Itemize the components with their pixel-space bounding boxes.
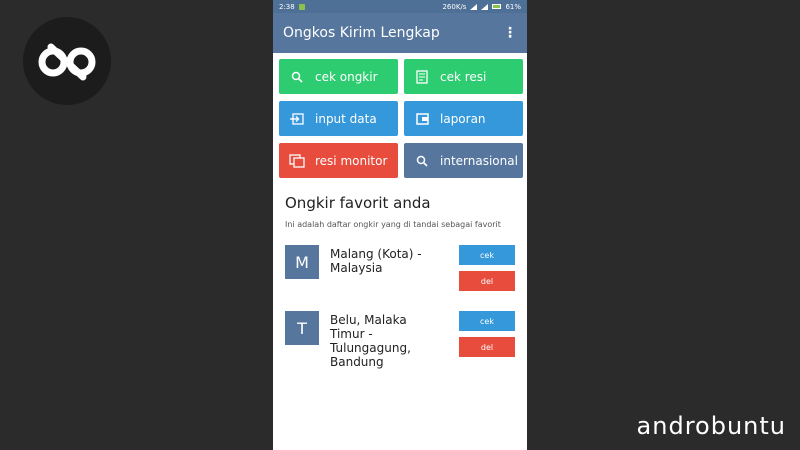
internasional-button[interactable]: internasional (404, 143, 523, 178)
favorite-item[interactable]: M Malang (Kota) - Malaysia cek del (285, 245, 515, 301)
tile-label: cek ongkir (315, 69, 378, 84)
favorite-actions: cek del (459, 245, 515, 291)
laporan-button[interactable]: laporan (404, 101, 523, 136)
infinity-logo-icon (38, 43, 96, 81)
tile-label: input data (315, 111, 377, 126)
logo-badge (23, 17, 111, 105)
resi-monitor-button[interactable]: resi monitor (279, 143, 398, 178)
watermark-text: androbuntu (636, 412, 786, 440)
status-bar: 2:38 260K/s 61% (273, 0, 527, 13)
cek-button[interactable]: cek (459, 311, 515, 331)
favorite-item[interactable]: T Belu, Malaka Timur - Tulungagung, Band… (285, 311, 515, 369)
wifi-icon (470, 3, 478, 10)
tile-label: cek resi (440, 69, 487, 84)
battery-level: 61% (505, 2, 521, 11)
input-data-button[interactable]: input data (279, 101, 398, 136)
route-avatar: M (285, 245, 319, 279)
input-icon (289, 112, 305, 125)
tile-label: resi monitor (315, 153, 388, 168)
cek-button[interactable]: cek (459, 245, 515, 265)
receipt-icon (414, 69, 430, 84)
favorites-title: Ongkir favorit anda (285, 194, 431, 212)
tile-label: internasional (440, 153, 518, 168)
route-name: Malang (Kota) - Malaysia (330, 247, 422, 275)
delete-button[interactable]: del (459, 271, 515, 291)
favorite-actions: cek del (459, 311, 515, 357)
notification-icon (298, 3, 305, 10)
signal-icon (481, 3, 489, 10)
cek-ongkir-button[interactable]: cek ongkir (279, 59, 398, 94)
route-name: Belu, Malaka Timur - Tulungagung, Bandun… (330, 313, 411, 369)
app-bar: Ongkos Kirim Lengkap ⋮ (273, 13, 527, 53)
copy-pages-icon (289, 153, 305, 168)
delete-button[interactable]: del (459, 337, 515, 357)
search-icon (289, 71, 305, 83)
network-speed: 260K/s (442, 2, 467, 11)
tile-label: laporan (440, 111, 486, 126)
wallet-icon (414, 112, 430, 125)
feature-grid: cek ongkir cek resi input data laporan r… (273, 53, 527, 178)
battery-icon (492, 4, 502, 9)
route-avatar: T (285, 311, 319, 345)
favorites-subtitle: Ini adalah daftar ongkir yang di tandai … (285, 220, 501, 229)
app-title: Ongkos Kirim Lengkap (283, 25, 440, 41)
overflow-menu-icon[interactable]: ⋮ (503, 25, 517, 41)
status-time: 2:38 (279, 2, 295, 11)
search-icon (414, 155, 430, 167)
cek-resi-button[interactable]: cek resi (404, 59, 523, 94)
phone-screen: 2:38 260K/s 61% Ongkos Kirim Lengkap ⋮ c… (273, 0, 527, 450)
